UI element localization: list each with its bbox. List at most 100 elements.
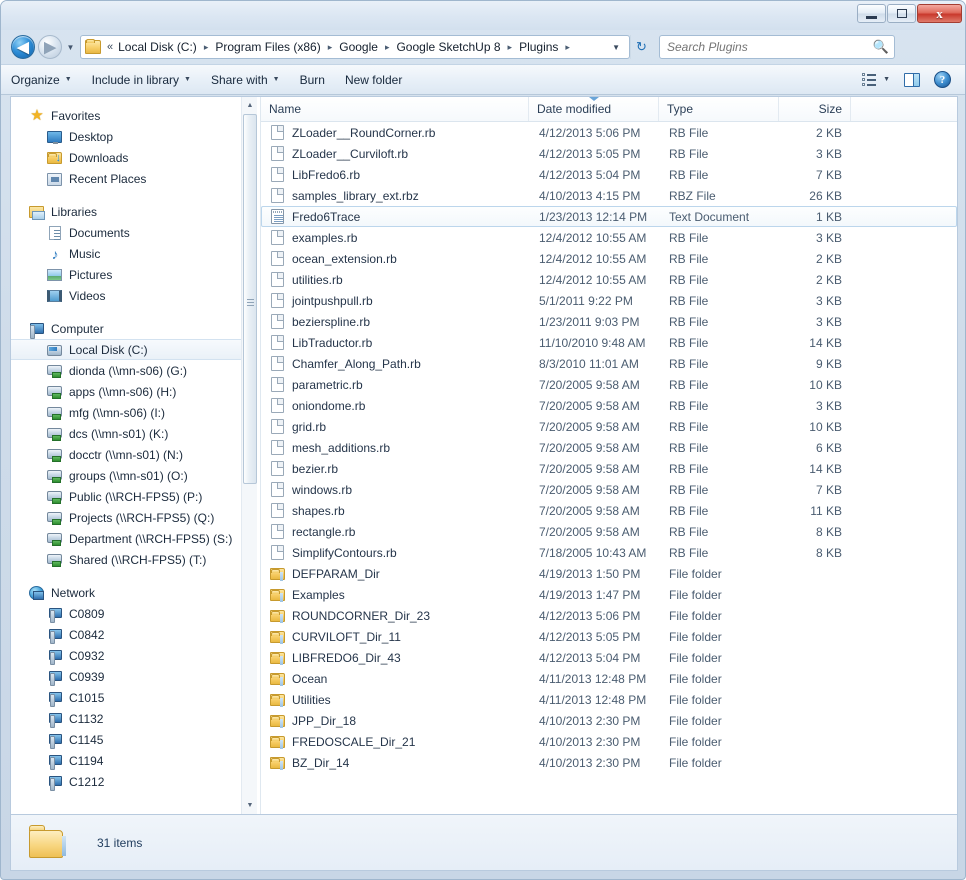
sidebar-item-c1132[interactable]: C1132	[11, 708, 257, 729]
table-row[interactable]: DEFPARAM_Dir 4/19/2013 1:50 PM File folder	[261, 563, 957, 584]
scrollbar-thumb[interactable]	[243, 114, 257, 484]
organize-button[interactable]: Organize ▼	[2, 69, 81, 91]
sidebar-group-computer[interactable]: Computer	[11, 318, 257, 339]
sidebar-item-desktop[interactable]: Desktop	[11, 126, 257, 147]
table-row[interactable]: CURVILOFT_Dir_11 4/12/2013 5:05 PM File fo…	[261, 626, 957, 647]
new-folder-button[interactable]: New folder	[336, 69, 411, 91]
table-row[interactable]: rectangle.rb 7/20/2005 9:58 AM RB File 8 KB	[261, 521, 957, 542]
table-row[interactable]: FREDOSCALE_Dir_21 4/10/2013 2:30 PM File f…	[261, 731, 957, 752]
breadcrumb-google-sketchup-8[interactable]: Google SketchUp 8	[394, 38, 502, 56]
breadcrumb-address-bar[interactable]: « Local Disk (C:) ▸ Program Files (x86) …	[80, 35, 630, 59]
column-header-name[interactable]: Name	[261, 97, 529, 121]
table-row[interactable]: jointpushpull.rb 5/1/2011 9:22 PM RB File 3…	[261, 290, 957, 311]
minimize-button[interactable]	[857, 4, 886, 23]
sidebar-item-c0842[interactable]: C0842	[11, 624, 257, 645]
address-dropdown-icon[interactable]: ▼	[605, 43, 627, 52]
sidebar-item-groups-mn-s01-o[interactable]: groups (\\mn-s01) (O:)	[11, 465, 257, 486]
sidebar-item-projects-rch-fps5-q[interactable]: Projects (\\RCH-FPS5) (Q:)	[11, 507, 257, 528]
recent-locations-button[interactable]: ▼	[64, 43, 77, 52]
table-row[interactable]: Ocean 4/11/2013 12:48 PM File folder	[261, 668, 957, 689]
sidebar-item-music[interactable]: ♪ Music	[11, 243, 257, 264]
sidebar-item-shared-rch-fps5-t[interactable]: Shared (\\RCH-FPS5) (T:)	[11, 549, 257, 570]
previous-locations-icon[interactable]: «	[104, 41, 116, 53]
breadcrumb-google[interactable]: Google	[337, 38, 380, 56]
table-row[interactable]: bezierspline.rb 1/23/2011 9:03 PM RB File 3…	[261, 311, 957, 332]
table-row[interactable]: LibTraductor.rb 11/10/2010 9:48 AM RB File…	[261, 332, 957, 353]
navigation-scrollbar[interactable]: ▲ ▼	[241, 97, 257, 814]
burn-button[interactable]: Burn	[291, 69, 334, 91]
column-header-size[interactable]: Size	[779, 97, 851, 121]
table-row[interactable]: BZ_Dir_14 4/10/2013 2:30 PM File folder	[261, 752, 957, 773]
sidebar-item-documents[interactable]: Documents	[11, 222, 257, 243]
sidebar-item-videos[interactable]: Videos	[11, 285, 257, 306]
search-input[interactable]	[665, 39, 873, 55]
sidebar-item-public-rch-fps5-p[interactable]: Public (\\RCH-FPS5) (P:)	[11, 486, 257, 507]
sidebar-item-c0939[interactable]: C0939	[11, 666, 257, 687]
table-row[interactable]: ROUNDCORNER_Dir_23 4/12/2013 5:06 PM File …	[261, 605, 957, 626]
column-header-type[interactable]: Type	[659, 97, 779, 121]
sidebar-item-apps-mn-s06-h[interactable]: apps (\\mn-s06) (H:)	[11, 381, 257, 402]
back-button[interactable]: ◀	[11, 35, 35, 59]
sidebar-group-favorites[interactable]: ★ Favorites	[11, 105, 257, 126]
sidebar-item-c0932[interactable]: C0932	[11, 645, 257, 666]
breadcrumb-separator-icon[interactable]: ▸	[503, 42, 518, 53]
breadcrumb-local-disk[interactable]: Local Disk (C:)	[116, 38, 199, 56]
search-box[interactable]: 🔍	[659, 35, 895, 59]
table-row[interactable]: ocean_extension.rb 12/4/2012 10:55 AM RB F…	[261, 248, 957, 269]
sidebar-item-department-rch-fps5-s[interactable]: Department (\\RCH-FPS5) (S:)	[11, 528, 257, 549]
table-row[interactable]: Fredo6Trace 1/23/2013 12:14 PM Text Docume…	[261, 206, 957, 227]
share-with-button[interactable]: Share with ▼	[202, 69, 289, 91]
column-header-date-modified[interactable]: Date modified	[529, 97, 659, 121]
search-icon[interactable]: 🔍	[873, 39, 889, 55]
table-row[interactable]: Utilities 4/11/2013 12:48 PM File folder	[261, 689, 957, 710]
breadcrumb-plugins[interactable]: Plugins	[517, 38, 560, 56]
close-button[interactable]: x	[917, 4, 962, 23]
sidebar-group-network[interactable]: Network	[11, 582, 257, 603]
sidebar-item-c1145[interactable]: C1145	[11, 729, 257, 750]
help-button[interactable]: ?	[928, 68, 957, 91]
table-row[interactable]: examples.rb 12/4/2012 10:55 AM RB File 3 KB	[261, 227, 957, 248]
sidebar-item-docctr-mn-s01-n[interactable]: docctr (\\mn-s01) (N:)	[11, 444, 257, 465]
table-row[interactable]: Chamfer_Along_Path.rb 8/3/2010 11:01 AM RB…	[261, 353, 957, 374]
table-row[interactable]: Examples 4/19/2013 1:47 PM File folder	[261, 584, 957, 605]
sidebar-group-libraries[interactable]: Libraries	[11, 201, 257, 222]
table-row[interactable]: ZLoader__RoundCorner.rb 4/12/2013 5:06 PM…	[261, 122, 957, 143]
table-row[interactable]: utilities.rb 12/4/2012 10:55 AM RB File 2 K…	[261, 269, 957, 290]
sidebar-item-dionda-mn-s06-g[interactable]: dionda (\\mn-s06) (G:)	[11, 360, 257, 381]
refresh-button[interactable]: ↻	[630, 35, 652, 59]
breadcrumb-separator-icon[interactable]: ▸	[323, 42, 338, 53]
breadcrumb-program-files[interactable]: Program Files (x86)	[213, 38, 322, 56]
sidebar-item-local-disk-c[interactable]: Local Disk (C:)	[11, 339, 257, 360]
forward-button[interactable]: ▶	[38, 35, 62, 59]
table-row[interactable]: parametric.rb 7/20/2005 9:58 AM RB File 10 …	[261, 374, 957, 395]
sidebar-item-c1212[interactable]: C1212	[11, 771, 257, 792]
table-row[interactable]: samples_library_ext.rbz 4/10/2013 4:15 PM…	[261, 185, 957, 206]
table-row[interactable]: mesh_additions.rb 7/20/2005 9:58 AM RB Fil…	[261, 437, 957, 458]
table-row[interactable]: grid.rb 7/20/2005 9:58 AM RB File 10 KB	[261, 416, 957, 437]
sidebar-item-c1015[interactable]: C1015	[11, 687, 257, 708]
sidebar-item-pictures[interactable]: Pictures	[11, 264, 257, 285]
scroll-down-button[interactable]: ▼	[242, 797, 257, 814]
change-view-button[interactable]: ▼	[856, 70, 896, 89]
table-row[interactable]: LIBFREDO6_Dir_43 4/12/2013 5:04 PM File fo…	[261, 647, 957, 668]
table-row[interactable]: JPP_Dir_18 4/10/2013 2:30 PM File folder	[261, 710, 957, 731]
show-preview-pane-button[interactable]	[898, 70, 926, 90]
include-in-library-button[interactable]: Include in library ▼	[83, 69, 200, 91]
table-row[interactable]: shapes.rb 7/20/2005 9:58 AM RB File 11 KB	[261, 500, 957, 521]
table-row[interactable]: oniondome.rb 7/20/2005 9:58 AM RB File 3 KB	[261, 395, 957, 416]
table-row[interactable]: LibFredo6.rb 4/12/2013 5:04 PM RB File 7 KB	[261, 164, 957, 185]
sidebar-item-dcs-mn-s01-k[interactable]: dcs (\\mn-s01) (K:)	[11, 423, 257, 444]
sidebar-item-mfg-mn-s06-i[interactable]: mfg (\\mn-s06) (I:)	[11, 402, 257, 423]
table-row[interactable]: SimplifyContours.rb 7/18/2005 10:43 AM RB …	[261, 542, 957, 563]
breadcrumb-separator-icon[interactable]: ▸	[380, 42, 395, 53]
sidebar-item-recent-places[interactable]: Recent Places	[11, 168, 257, 189]
table-row[interactable]: ZLoader__Curviloft.rb 4/12/2013 5:05 PM RB…	[261, 143, 957, 164]
sidebar-item-c0809[interactable]: C0809	[11, 603, 257, 624]
breadcrumb-separator-icon[interactable]: ▸	[199, 42, 214, 53]
sidebar-item-downloads[interactable]: Downloads	[11, 147, 257, 168]
breadcrumb-separator-icon[interactable]: ▸	[560, 42, 575, 53]
scroll-up-button[interactable]: ▲	[242, 97, 257, 114]
table-row[interactable]: windows.rb 7/20/2005 9:58 AM RB File 7 KB	[261, 479, 957, 500]
maximize-button[interactable]	[887, 4, 916, 23]
sidebar-item-c1194[interactable]: C1194	[11, 750, 257, 771]
